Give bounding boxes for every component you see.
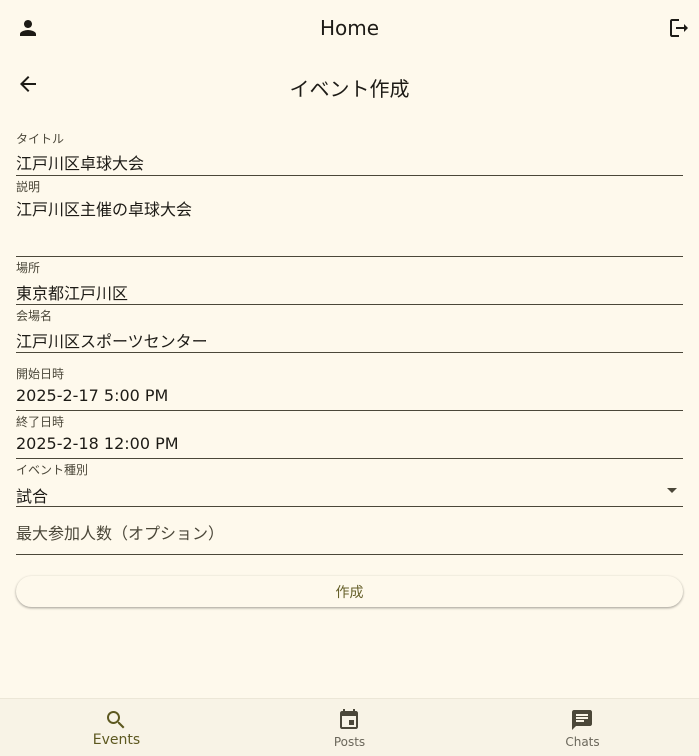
nav-label-events: Events [92,732,141,748]
location-field[interactable]: 場所 東京都江戸川区 [16,257,683,305]
search-icon [107,711,125,729]
title-field[interactable]: タイトル 江戸川区卓球大会 [16,128,683,176]
start-datetime-label: 開始日時 [16,367,65,381]
chat-icon [572,710,592,730]
end-datetime-field[interactable]: 終了日時 2025-2-18 12:00 PM [16,411,683,459]
page-title: イベント作成 [289,77,410,101]
description-field-value: 江戸川区主催の卓球大会 [16,200,193,219]
event-type-dropdown[interactable]: イベント種別 試合 [16,459,683,507]
venue-field-label: 会場名 [16,309,53,323]
location-field-value: 東京都江戸川区 [16,284,129,303]
app-bar: Home [0,0,699,56]
calendar-icon [340,709,358,729]
logout-icon[interactable] [659,8,699,48]
nav-label-posts: Posts [333,735,366,749]
venue-field[interactable]: 会場名 江戸川区スポーツセンター [16,305,683,353]
title-field-label: タイトル [16,132,65,146]
start-datetime-field[interactable]: 開始日時 2025-2-17 5:00 PM [16,363,683,411]
dropdown-arrow-icon [667,488,677,493]
max-participants-field[interactable]: 最大参加人数（オプション） [16,507,683,555]
start-datetime-value: 2025-2-17 5:00 PM [16,386,169,405]
page-header: イベント作成 [0,60,699,110]
bottom-navigation: Events Posts Chats [0,698,699,756]
title-field-value: 江戸川区卓球大会 [16,154,145,173]
description-field[interactable]: 説明 江戸川区主催の卓球大会 [16,176,683,257]
nav-label-chats: Chats [565,735,600,749]
nav-item-events[interactable]: Events [0,699,233,756]
end-datetime-label: 終了日時 [16,415,65,429]
location-field-label: 場所 [16,261,41,275]
max-participants-placeholder: 最大参加人数（オプション） [16,524,225,543]
event-type-value: 試合 [16,487,49,506]
nav-item-chats[interactable]: Chats [466,699,699,756]
nav-item-posts[interactable]: Posts [233,699,466,756]
venue-field-value: 江戸川区スポーツセンター [16,332,208,351]
app-title: Home [319,16,380,40]
event-type-label: イベント種別 [16,463,89,477]
create-button[interactable]: 作成 [16,576,683,607]
description-field-label: 説明 [16,180,41,194]
end-datetime-value: 2025-2-18 12:00 PM [16,434,179,453]
